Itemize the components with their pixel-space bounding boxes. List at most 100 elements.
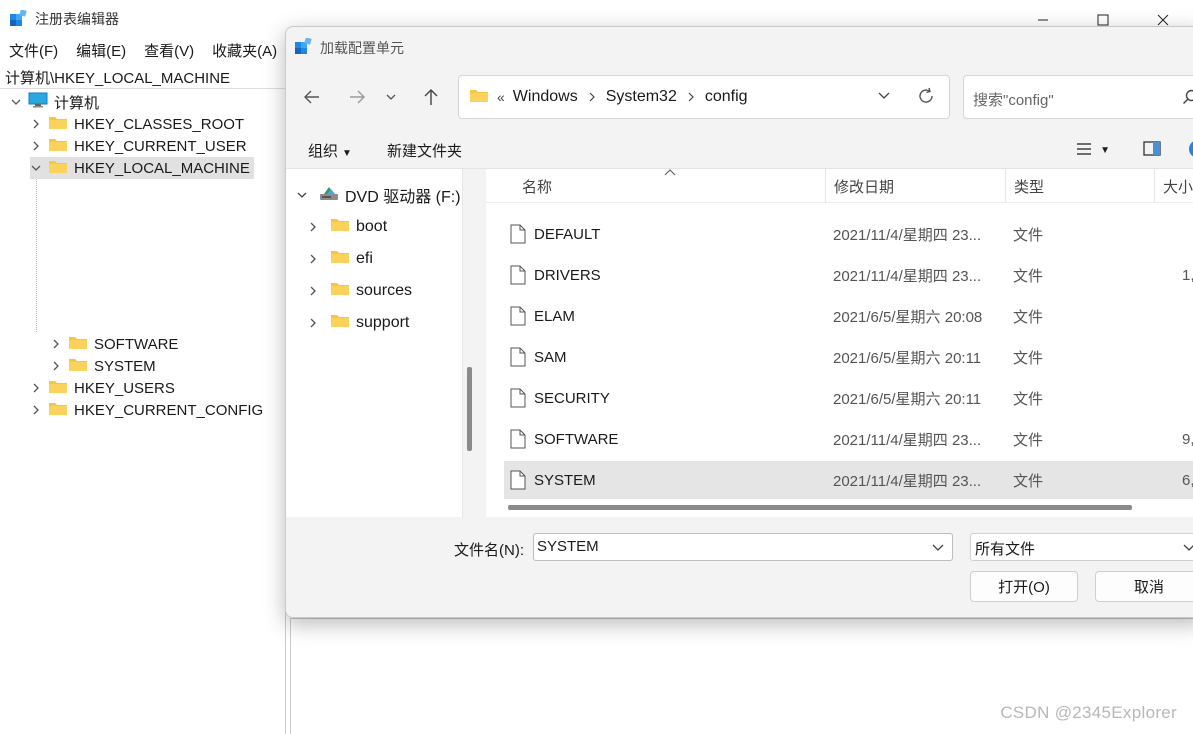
chevron-right-icon[interactable] [306, 318, 320, 328]
tree-node-software[interactable]: SOFTWARE [50, 333, 178, 355]
nav-item-support[interactable]: support [306, 309, 409, 337]
file-type: 文件 [1013, 390, 1044, 408]
search-icon[interactable] [1182, 89, 1193, 109]
nav-label-boot: boot [356, 218, 388, 235]
file-type-filter-select[interactable]: 所有文件 [970, 533, 1193, 561]
file-date: 2021/6/5/星期六 20:08 [833, 308, 983, 326]
breadcrumb-system32[interactable]: System32 [606, 88, 677, 106]
up-button[interactable] [416, 83, 446, 111]
file-row-system[interactable]: SYSTEM 2021/11/4/星期四 23... 文件 6, [504, 461, 1193, 499]
file-row-drivers[interactable]: DRIVERS 2021/11/4/星期四 23... 文件 1, [504, 256, 1193, 294]
file-name: SAM [534, 348, 567, 366]
menu-view[interactable]: 查看(V) [135, 38, 203, 64]
file-icon [510, 470, 526, 494]
recent-locations-button[interactable] [381, 83, 401, 111]
forward-button[interactable] [342, 83, 372, 111]
filename-input[interactable]: SYSTEM [533, 533, 953, 561]
folder-icon [48, 115, 68, 134]
tree-node-users[interactable]: HKEY_USERS [30, 377, 175, 399]
open-button[interactable]: 打开(O) [970, 571, 1078, 602]
file-row-software[interactable]: SOFTWARE 2021/11/4/星期四 23... 文件 9, [504, 420, 1193, 458]
view-options-button[interactable]: ▼ [1076, 142, 1110, 160]
tree-node-local-machine[interactable]: HKEY_LOCAL_MACHINE [30, 157, 254, 179]
tree-node-computer[interactable]: 计算机 [10, 91, 99, 113]
chevron-right-icon[interactable] [30, 404, 42, 416]
registry-address-bar[interactable]: 计算机\HKEY_LOCAL_MACHINE [0, 65, 286, 89]
organize-button[interactable]: 组织 ▼ [308, 140, 352, 161]
file-date: 2021/6/5/星期六 20:11 [833, 349, 982, 367]
chevron-right-icon[interactable] [687, 89, 695, 105]
tree-node-system[interactable]: SYSTEM [50, 355, 156, 377]
filename-history-dropdown[interactable] [932, 539, 944, 556]
preview-pane-button[interactable] [1143, 141, 1161, 160]
chevron-down-icon[interactable] [295, 190, 309, 200]
file-icon [510, 429, 526, 453]
chevron-down-icon [386, 94, 396, 100]
breadcrumb-config[interactable]: config [705, 88, 748, 106]
tree-node-current-config[interactable]: HKEY_CURRENT_CONFIG [30, 399, 263, 421]
nav-label-efi: efi [356, 250, 373, 267]
nav-item-boot[interactable]: boot [306, 213, 387, 241]
file-size: 9, [1182, 430, 1193, 448]
column-header-type[interactable]: 类型 [1005, 169, 1155, 203]
chevron-down-icon[interactable] [30, 162, 42, 174]
regedit-app-icon [10, 9, 28, 32]
nav-item-efi[interactable]: efi [306, 245, 373, 273]
help-button[interactable] [1188, 139, 1193, 163]
sort-ascending-icon [664, 169, 676, 179]
chevron-right-icon[interactable] [30, 140, 42, 152]
back-button[interactable] [297, 83, 327, 111]
menu-edit[interactable]: 编辑(E) [67, 38, 135, 64]
tree-node-current-user[interactable]: HKEY_CURRENT_USER [30, 135, 247, 157]
file-list-horizontal-scrollbar[interactable] [508, 505, 1132, 510]
chevron-right-icon[interactable] [306, 286, 320, 296]
chevron-right-icon[interactable] [588, 89, 596, 105]
chevron-right-icon[interactable] [50, 360, 62, 372]
file-row-elam[interactable]: ELAM 2021/6/5/星期六 20:08 文件 [504, 297, 1193, 335]
chevron-right-icon[interactable] [30, 382, 42, 394]
folder-icon [48, 137, 68, 156]
file-size: 6, [1182, 471, 1193, 489]
cancel-button[interactable]: 取消 [1095, 571, 1193, 602]
search-box[interactable]: 搜索"config" [963, 75, 1193, 119]
file-type: 文件 [1013, 431, 1044, 449]
refresh-icon[interactable] [917, 87, 935, 109]
tree-label-users: HKEY_USERS [74, 379, 175, 397]
tree-node-classes-root[interactable]: HKEY_CLASSES_ROOT [30, 113, 244, 135]
column-header-date[interactable]: 修改日期 [825, 169, 1006, 203]
folder-icon [68, 335, 88, 354]
tree-label-system: SYSTEM [94, 357, 156, 375]
computer-icon [28, 92, 48, 112]
arrow-right-icon [350, 90, 365, 104]
help-icon [1189, 141, 1193, 157]
search-input[interactable]: 搜索"config" [973, 89, 1054, 110]
file-date: 2021/11/4/星期四 23... [833, 267, 982, 285]
file-row-sam[interactable]: SAM 2021/6/5/星期六 20:11 文件 [504, 338, 1193, 376]
nav-item-sources[interactable]: sources [306, 277, 412, 305]
registry-tree: 计算机 HKEY_CLASSES_ROOT HKEY_CURRENT_USER … [0, 90, 286, 734]
file-row-default[interactable]: DEFAULT 2021/11/4/星期四 23... 文件 [504, 215, 1193, 253]
column-header-name[interactable]: 名称 [486, 169, 826, 203]
address-bar[interactable]: « Windows System32 config [458, 75, 950, 119]
nav-item-dvd-drive[interactable]: DVD 驱动器 (F:) C [295, 181, 462, 209]
chevron-down-icon[interactable] [10, 96, 22, 108]
file-icon [510, 306, 526, 330]
filter-dropdown[interactable] [1183, 539, 1193, 556]
chevron-right-icon[interactable] [306, 254, 320, 264]
registry-menubar: 文件(F) 编辑(E) 查看(V) 收藏夹(A) [0, 38, 286, 64]
menu-favorites[interactable]: 收藏夹(A) [203, 38, 286, 64]
chevron-right-icon[interactable] [30, 118, 42, 130]
chevron-right-icon[interactable] [50, 338, 62, 350]
folder-icon [330, 313, 350, 333]
nav-pane-scrollbar[interactable] [467, 367, 472, 451]
address-history-dropdown[interactable] [877, 88, 891, 106]
column-header-size[interactable]: 大小 [1154, 169, 1193, 203]
menu-file[interactable]: 文件(F) [0, 38, 67, 64]
tree-label-classes-root: HKEY_CLASSES_ROOT [74, 115, 245, 133]
new-folder-button[interactable]: 新建文件夹 [387, 140, 462, 161]
breadcrumb-windows[interactable]: Windows [513, 88, 578, 106]
nav-label-support: support [356, 314, 410, 331]
file-row-security[interactable]: SECURITY 2021/6/5/星期六 20:11 文件 [504, 379, 1193, 417]
chevron-right-icon[interactable] [306, 222, 320, 232]
breadcrumb-overflow[interactable]: « [497, 89, 505, 105]
